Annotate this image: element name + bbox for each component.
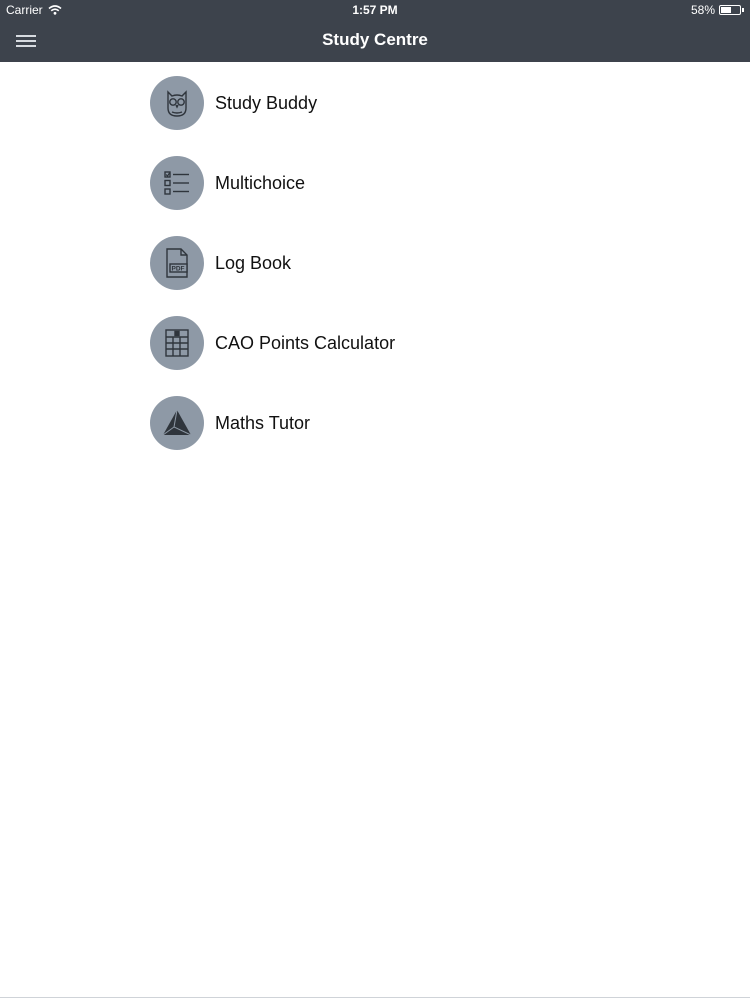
menu-item-label: Study Buddy	[215, 92, 318, 113]
menu-item-label: Multichoice	[215, 172, 306, 193]
page-title: Study Centre	[322, 30, 428, 49]
status-bar: Carrier 1:57 PM 58%	[0, 0, 750, 20]
menu-item-label: Maths Tutor	[215, 412, 311, 433]
menu-item-multichoice[interactable]: Multichoice	[150, 155, 395, 211]
navigation-bar: Study Centre	[0, 20, 750, 62]
battery-percent: 58%	[690, 3, 715, 17]
battery-tip	[742, 8, 744, 12]
menu-item-study-buddy[interactable]: Study Buddy	[150, 75, 395, 131]
pdf-document-icon: PDF	[150, 236, 204, 290]
menu-item-maths-tutor[interactable]: Maths Tutor	[150, 395, 395, 451]
menu-item-cao-points-calculator[interactable]: CAO Points Calculator	[150, 315, 395, 371]
top-bar: Carrier 1:57 PM 58% Study Centre	[0, 0, 750, 62]
grid-calculator-icon	[150, 316, 204, 370]
battery-icon	[719, 5, 741, 15]
menu-item-label: Log Book	[215, 252, 292, 273]
checklist-icon	[150, 156, 204, 210]
wifi-icon	[48, 5, 62, 15]
status-time: 1:57 PM	[352, 3, 398, 17]
battery-indicator: 58%	[691, 3, 744, 17]
battery-level-fill	[721, 7, 732, 13]
owl-icon	[150, 76, 204, 130]
bottom-divider	[0, 997, 750, 998]
triangle-icon	[150, 396, 204, 450]
carrier-label: Carrier	[6, 3, 43, 17]
carrier-indicator: Carrier	[6, 3, 62, 17]
svg-text:PDF: PDF	[172, 266, 185, 273]
study-tools-list: Study Buddy Multichoice PDF Log Book CAO…	[150, 75, 395, 475]
hamburger-menu-icon[interactable]	[16, 32, 36, 50]
menu-item-label: CAO Points Calculator	[215, 332, 396, 353]
menu-item-log-book[interactable]: PDF Log Book	[150, 235, 395, 291]
